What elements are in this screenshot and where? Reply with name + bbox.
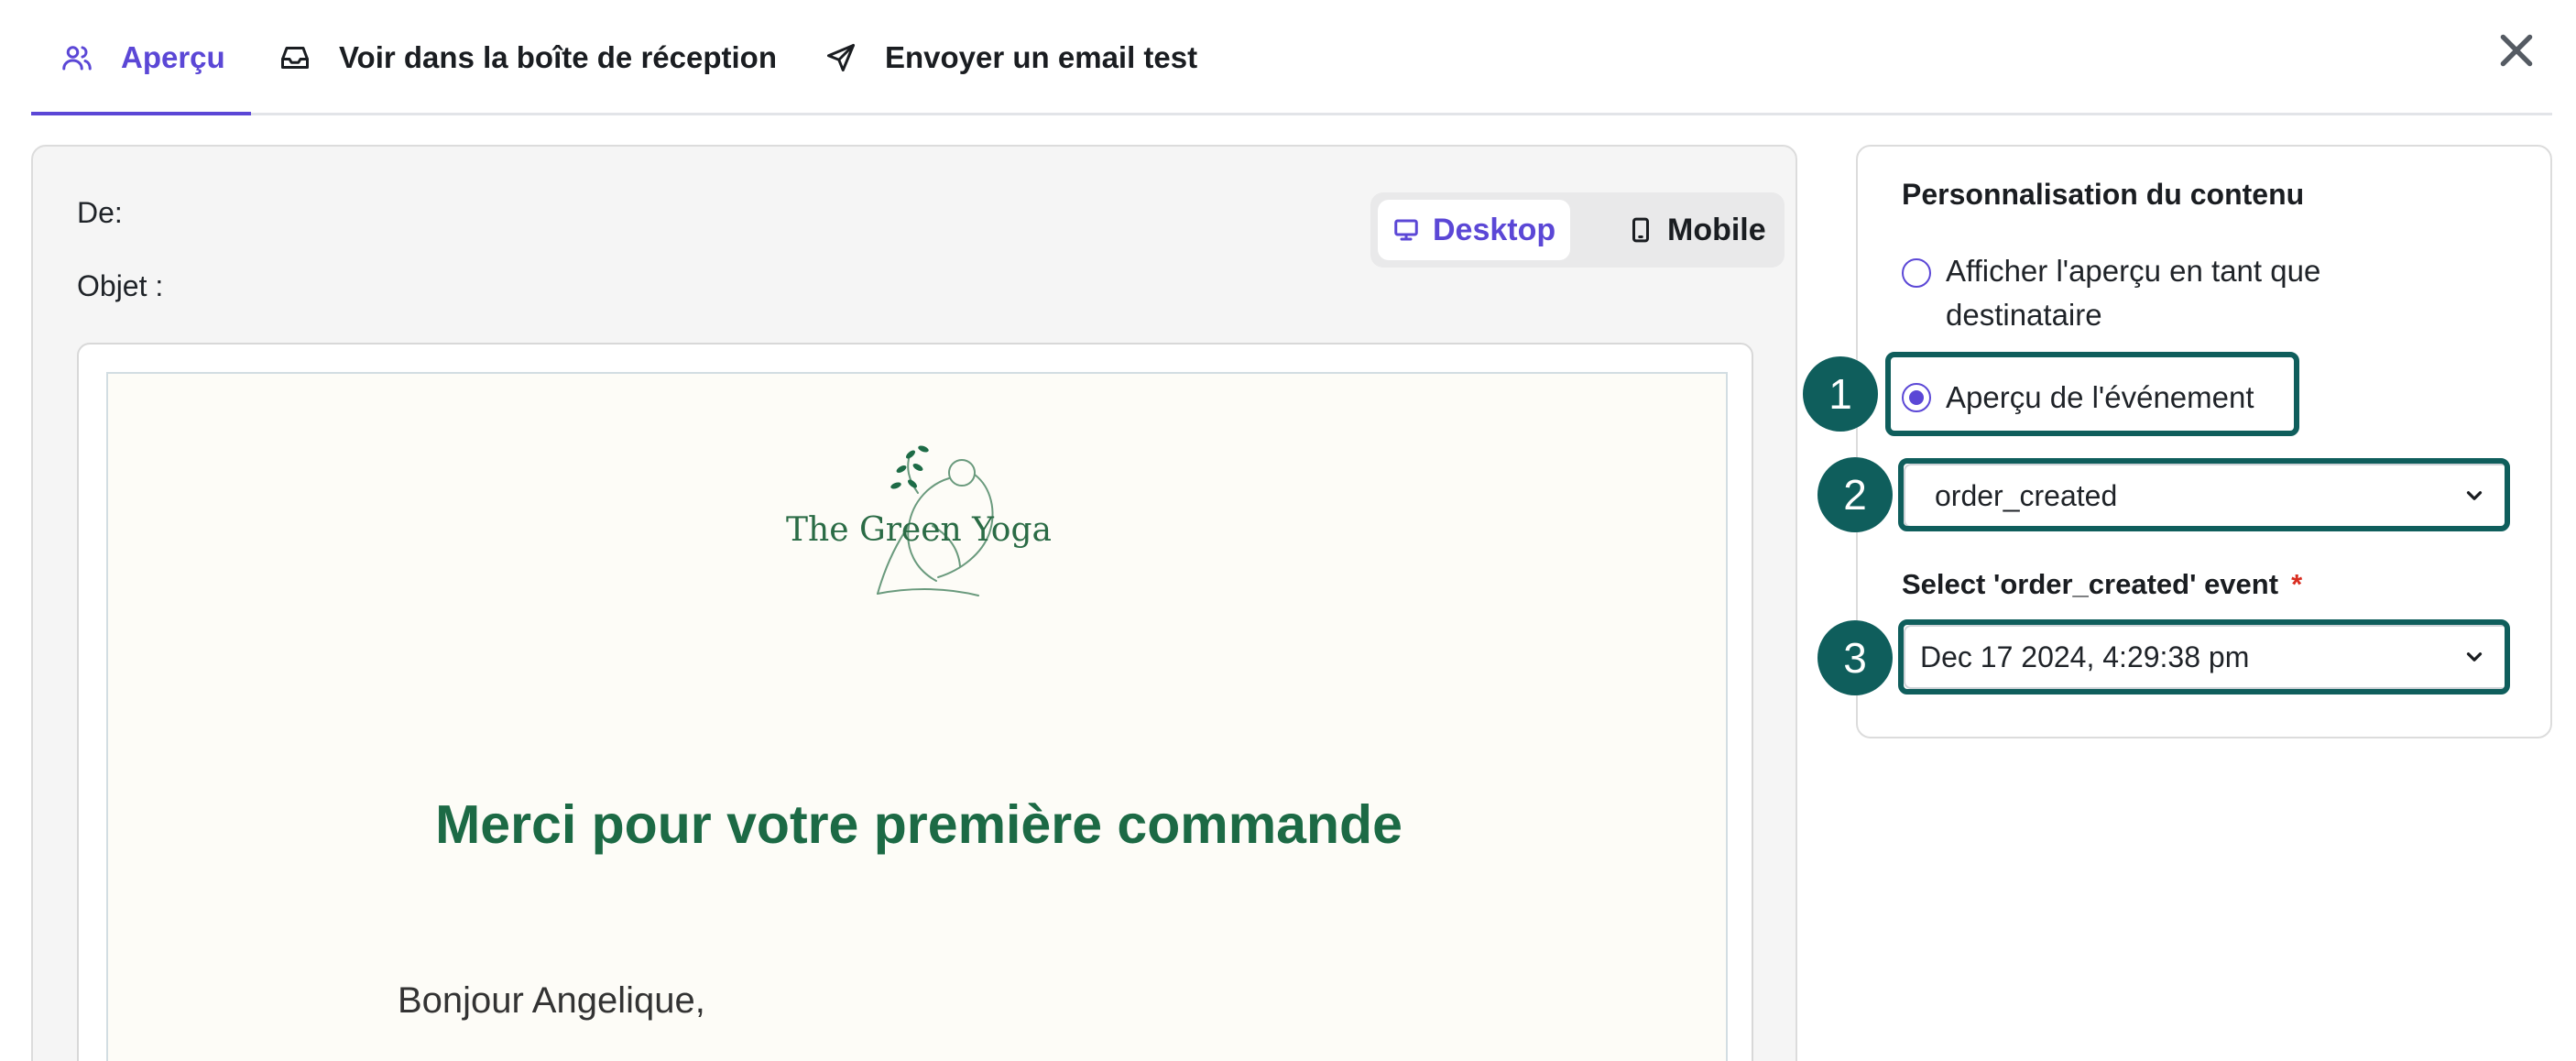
- monitor-icon: [1394, 219, 1418, 241]
- email-title: Merci pour votre première commande: [435, 794, 1403, 855]
- desktop-button[interactable]: Desktop: [1378, 200, 1571, 260]
- radio-recipient-label[interactable]: Afficher l'aperçu en tant que destinatai…: [1946, 249, 2320, 337]
- tab-label: Aperçu: [121, 40, 225, 74]
- mobile-button[interactable]: Mobile: [1612, 200, 1781, 260]
- mobile-label: Mobile: [1667, 212, 1766, 247]
- email-preview-panel: De: Objet : Desktop Mobile The Green Yog…: [31, 145, 1797, 1061]
- radio-recipient-label-line2: destinataire: [1946, 298, 2102, 332]
- annotation-badge-3: 3: [1817, 620, 1893, 695]
- required-marker: *: [2291, 568, 2303, 600]
- highlight-box-2: [1898, 458, 2510, 531]
- tab-apercu[interactable]: Aperçu: [60, 0, 225, 115]
- tab-bar: Aperçu Voir dans la boîte de réception E…: [31, 0, 2552, 115]
- device-toggle: Desktop Mobile: [1370, 192, 1785, 268]
- radio-recipient-label-line1: Afficher l'aperçu en tant que: [1946, 254, 2321, 288]
- highlight-box-3: [1898, 619, 2510, 695]
- close-icon[interactable]: [2494, 27, 2539, 73]
- email-body: The Green Yoga Merci pour votre première…: [106, 372, 1728, 1061]
- send-icon: [827, 44, 855, 71]
- inbox-icon: [281, 47, 309, 69]
- radio-recipient[interactable]: [1902, 258, 1931, 288]
- desktop-label: Desktop: [1433, 212, 1556, 247]
- tab-send-test[interactable]: Envoyer un email test: [824, 0, 1197, 115]
- users-icon: [62, 46, 92, 71]
- tab-inbox-view[interactable]: Voir dans la boîte de réception: [278, 0, 777, 115]
- smartphone-icon: [1632, 217, 1649, 243]
- email-greeting: Bonjour Angelique,: [398, 980, 705, 1021]
- email-frame: The Green Yoga Merci pour votre première…: [77, 343, 1753, 1061]
- from-label: De:: [77, 196, 123, 229]
- event-instance-label: Select 'order_created' event *: [1902, 568, 2302, 601]
- panel-title: Personnalisation du contenu: [1902, 178, 2305, 211]
- annotation-badge-2: 2: [1817, 457, 1893, 532]
- annotation-badge-1: 1: [1803, 356, 1878, 432]
- brand-name: The Green Yoga: [786, 511, 1052, 549]
- subject-label: Objet :: [77, 269, 164, 302]
- event-instance-label-text: Select 'order_created' event: [1902, 568, 2279, 600]
- tab-label: Voir dans la boîte de réception: [339, 40, 777, 74]
- highlight-box-1: [1885, 352, 2299, 436]
- active-tab-indicator: [31, 112, 251, 115]
- tab-label: Envoyer un email test: [885, 40, 1198, 74]
